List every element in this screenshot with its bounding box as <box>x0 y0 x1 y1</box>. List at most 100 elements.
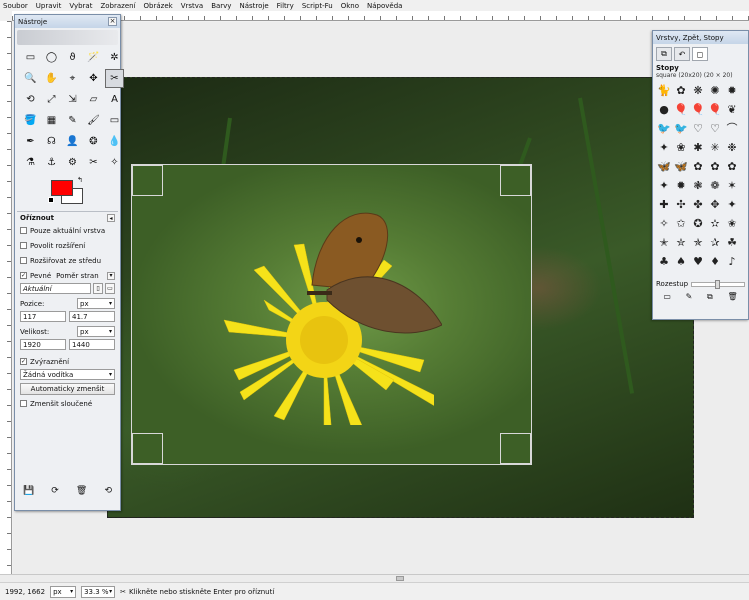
tool-icon[interactable]: ✲ <box>105 48 124 67</box>
tool-icon[interactable]: 🪣 <box>21 111 40 130</box>
brush-icon[interactable]: ✦ <box>656 138 672 156</box>
panel-menu-icon[interactable]: ◂ <box>107 214 115 222</box>
brush-icon[interactable]: ❁ <box>707 176 723 194</box>
brush-icon[interactable]: 🐈 <box>656 81 672 99</box>
landscape-icon[interactable]: ▭ <box>105 283 115 294</box>
brush-icon[interactable]: 🎈 <box>707 100 723 118</box>
position-x-input[interactable]: 117 <box>20 311 66 322</box>
tool-icon[interactable]: 🪄 <box>84 48 103 67</box>
tool-icon[interactable]: ✧ <box>105 153 124 172</box>
size-unit-select[interactable]: px ▾ <box>77 326 115 337</box>
brush-icon[interactable]: ✿ <box>724 157 740 175</box>
tool-icon[interactable]: ❂ <box>84 132 103 151</box>
tool-icon[interactable]: 🔍 <box>21 69 40 88</box>
brush-icon[interactable]: ✺ <box>707 81 723 99</box>
brush-icon[interactable]: ✦ <box>656 176 672 194</box>
brush-icon[interactable]: ❦ <box>724 100 740 118</box>
crop-rectangle[interactable] <box>131 164 532 465</box>
brush-icon[interactable]: ♣ <box>656 252 672 270</box>
dock-titlebar[interactable]: Vrstvy, Zpět, Stopy <box>653 31 748 44</box>
guides-select[interactable]: Žádná vodítka ▾ <box>20 369 115 380</box>
brush-icon[interactable]: ❃ <box>690 176 706 194</box>
duplicate-brush-icon[interactable]: ⧉ <box>707 292 713 302</box>
ruler-horizontal[interactable] <box>12 11 749 21</box>
brush-icon[interactable]: ✿ <box>690 157 706 175</box>
tool-icon[interactable]: ▭ <box>21 48 40 67</box>
position-y-input[interactable]: 41.7 <box>69 311 115 322</box>
tool-icon[interactable]: ☊ <box>42 132 61 151</box>
brush-icon[interactable]: ✮ <box>673 233 689 251</box>
shrink-merged-checkbox[interactable] <box>20 400 27 407</box>
brush-icon[interactable]: ♦ <box>707 252 723 270</box>
brush-icon[interactable]: ⌒ <box>724 119 740 137</box>
tool-icon[interactable]: ✥ <box>84 69 103 88</box>
menu-item[interactable]: Barvy <box>211 2 231 10</box>
brush-icon[interactable]: ♪ <box>724 252 740 270</box>
edit-brush-icon[interactable]: ✎ <box>686 292 693 302</box>
fixed-checkbox[interactable]: ✓ <box>20 272 27 279</box>
brush-icon[interactable]: ✚ <box>656 195 672 213</box>
unit-select[interactable]: px ▾ <box>50 585 77 598</box>
menu-item[interactable]: Obrázek <box>144 2 173 10</box>
brush-icon[interactable]: ✥ <box>707 195 723 213</box>
delete-brush-icon[interactable]: 🗑 <box>727 292 737 302</box>
shrink-merged-row[interactable]: Zmenšit sloučené <box>20 398 115 409</box>
toolbox-titlebar[interactable]: Nástroje × <box>15 15 120 28</box>
allow-growing-checkbox[interactable] <box>20 242 27 249</box>
menu-item[interactable]: Nápověda <box>367 2 402 10</box>
brush-icon[interactable]: ✬ <box>724 214 740 232</box>
crop-handle-top-right[interactable] <box>500 165 531 196</box>
menu-item[interactable]: Vrstva <box>181 2 204 10</box>
brush-icon[interactable]: ✧ <box>656 214 672 232</box>
fixed-mode-select[interactable]: Poměr stran <box>54 270 107 281</box>
restore-options-icon[interactable]: ⟳ <box>51 486 59 496</box>
menu-item[interactable]: Script-Fu <box>302 2 333 10</box>
close-icon[interactable]: × <box>108 17 117 26</box>
brush-icon[interactable]: 🐦 <box>673 119 689 137</box>
tool-icon[interactable]: ✋ <box>42 69 61 88</box>
tool-icon[interactable]: ▱ <box>84 90 103 109</box>
new-brush-icon[interactable]: ▭ <box>663 292 671 302</box>
foreground-color[interactable] <box>51 180 73 196</box>
brush-icon[interactable]: ✦ <box>724 195 740 213</box>
tool-icon[interactable]: ▭ <box>105 111 124 130</box>
brush-icon[interactable]: ☘ <box>724 233 740 251</box>
allow-growing-row[interactable]: Povolit rozšíření <box>20 240 115 251</box>
tool-icon[interactable]: ⤢ <box>42 90 61 109</box>
crop-handle-bottom-right[interactable] <box>500 433 531 464</box>
size-height-input[interactable]: 1440 <box>69 339 115 350</box>
save-options-icon[interactable]: 💾 <box>23 486 34 496</box>
tool-icon[interactable]: ϑ <box>63 48 82 67</box>
auto-shrink-button[interactable]: Automaticky zmenšit <box>20 383 115 395</box>
brush-icon[interactable]: ❀ <box>673 138 689 156</box>
delete-options-icon[interactable]: 🗑 <box>76 486 87 496</box>
tool-icon[interactable]: 🖌 <box>84 111 103 130</box>
tool-icon[interactable]: ⚙ <box>63 153 82 172</box>
tool-icon[interactable]: ▦ <box>42 111 61 130</box>
spacing-slider[interactable] <box>691 279 745 289</box>
brush-icon[interactable]: ✫ <box>707 214 723 232</box>
reset-options-icon[interactable]: ⟲ <box>104 486 112 496</box>
tool-icon[interactable]: ⇲ <box>63 90 82 109</box>
highlight-checkbox[interactable]: ✓ <box>20 358 27 365</box>
brush-icon[interactable]: ✣ <box>673 195 689 213</box>
brush-icon[interactable]: 🦋 <box>673 157 689 175</box>
tab-layers[interactable]: ⧉ <box>656 47 672 61</box>
menu-item[interactable]: Upravit <box>36 2 62 10</box>
brush-icon[interactable]: ✹ <box>724 81 740 99</box>
highlight-row[interactable]: ✓ Zvýraznění <box>20 356 115 367</box>
portrait-icon[interactable]: ▯ <box>93 283 103 294</box>
tab-brushes[interactable]: ◻ <box>692 47 708 61</box>
menu-item[interactable]: Soubor <box>3 2 28 10</box>
chevron-down-icon[interactable]: ▾ <box>107 271 115 280</box>
brush-icon[interactable]: 🐦 <box>656 119 672 137</box>
tool-icon[interactable]: 💧 <box>105 132 124 151</box>
tool-icon[interactable]: ✎ <box>63 111 82 130</box>
brush-icon[interactable]: ✪ <box>690 214 706 232</box>
brush-icon[interactable]: 🎈 <box>690 100 706 118</box>
horizontal-scrollbar[interactable] <box>0 574 749 582</box>
expand-from-center-checkbox[interactable] <box>20 257 27 264</box>
brush-icon[interactable]: ✱ <box>690 138 706 156</box>
tool-icon[interactable]: A <box>105 90 124 109</box>
tool-icon[interactable]: 👤 <box>63 132 82 151</box>
